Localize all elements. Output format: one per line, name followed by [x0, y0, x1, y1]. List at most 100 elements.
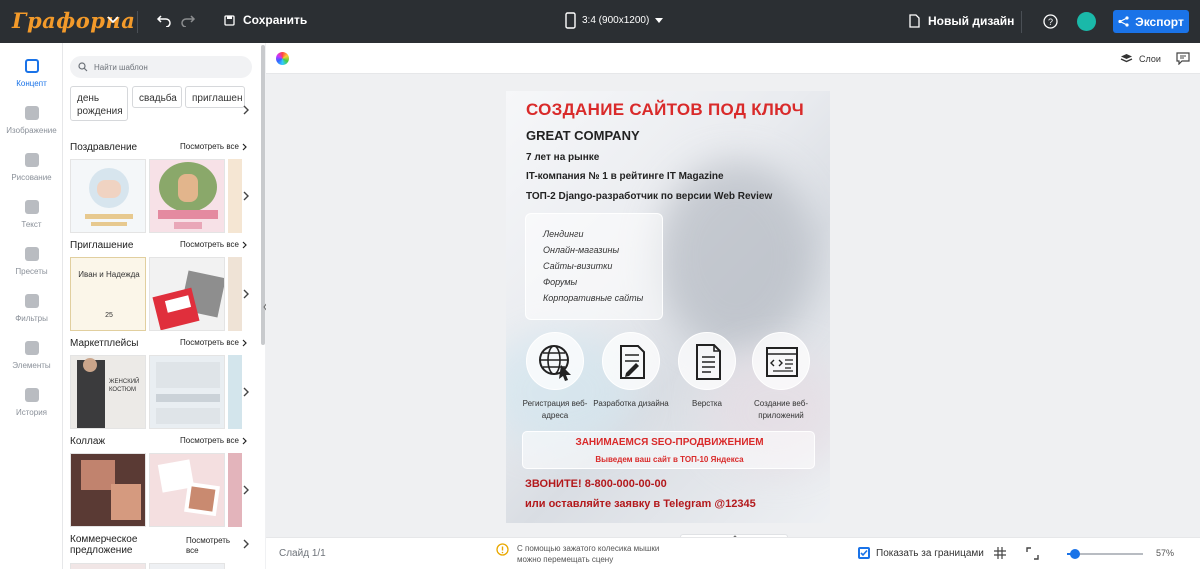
section-title: Коллаж — [70, 436, 106, 447]
template-thumbnail[interactable] — [228, 159, 242, 233]
template-thumbnail[interactable] — [228, 257, 242, 331]
zoom-slider[interactable] — [1067, 549, 1143, 559]
grid-icon[interactable] — [994, 547, 1006, 559]
code-window-icon[interactable] — [752, 332, 810, 390]
search-placeholder: Найти шаблон — [94, 62, 148, 72]
see-all-label: Посмотреть все — [180, 240, 239, 249]
chevron-right-icon[interactable] — [241, 485, 251, 495]
document-pen-icon[interactable] — [602, 332, 660, 390]
template-thumbnail[interactable] — [228, 355, 242, 429]
template-thumbnail[interactable] — [149, 159, 225, 233]
nav-label: Фильтры — [15, 314, 48, 323]
toolbar-divider — [1021, 11, 1022, 33]
nav-item-text[interactable]: Текст — [0, 200, 63, 244]
user-avatar[interactable] — [1077, 12, 1096, 31]
nav-item-elements[interactable]: Элементы — [0, 341, 63, 385]
services-box[interactable]: Лендинги Онлайн-магазины Сайты-визитки Ф… — [525, 213, 663, 320]
redo-icon[interactable] — [180, 13, 196, 27]
thumb-photo — [178, 174, 198, 202]
show-bounds-toggle[interactable]: Показать за границами — [858, 547, 984, 559]
service-item: Лендинги — [543, 229, 584, 239]
thumb-block — [156, 394, 220, 402]
new-design-label: Новый дизайн — [928, 14, 1015, 28]
fit-screen-icon[interactable] — [1026, 547, 1039, 560]
poster-title[interactable]: СОЗДАНИЕ САЙТОВ ПОД КЛЮЧ — [526, 100, 804, 120]
layers-icon — [1120, 54, 1133, 63]
see-all-link[interactable]: Посмотреть все — [180, 338, 248, 347]
thumb-title: ЖЕНСКИЙ КОСТЮМ — [109, 379, 140, 393]
top-bar: Графорна Сохранить 3:4 (900x1200) Новый … — [0, 0, 1200, 43]
toolbar-divider — [137, 11, 138, 33]
poster-telegram[interactable]: или оставляйте заявку в Telegram @12345 — [525, 498, 756, 510]
format-label: 3:4 (900x1200) — [582, 15, 650, 26]
thumb-photo — [81, 460, 115, 490]
poster-fact[interactable]: 7 лет на рынке — [526, 152, 599, 163]
see-all-link[interactable]: Посмотреть все — [180, 142, 248, 151]
template-thumbnail[interactable] — [149, 453, 225, 527]
nav-item-filters[interactable]: Фильтры — [0, 294, 63, 338]
globe-cursor-icon[interactable] — [526, 332, 584, 390]
nav-item-draw[interactable]: Рисование — [0, 153, 63, 197]
template-thumbnail[interactable] — [70, 159, 146, 233]
section-title: Приглашение — [70, 240, 134, 251]
export-button[interactable]: Экспорт — [1113, 10, 1189, 33]
icon-caption: Создание веб-приложений — [753, 399, 809, 420]
see-all-link[interactable]: Посмотреть все — [186, 536, 236, 556]
save-button[interactable]: Сохранить — [224, 13, 307, 27]
document-lines-icon[interactable] — [678, 332, 736, 390]
nav-item-image[interactable]: Изображение — [0, 106, 63, 150]
nav-item-history[interactable]: История — [0, 388, 63, 432]
filters-icon — [24, 294, 39, 308]
poster-fact[interactable]: IT-компания № 1 в рейтинге IT Magazine — [526, 171, 724, 182]
format-selector[interactable]: 3:4 (900x1200) — [565, 12, 664, 29]
see-all-link[interactable]: Посмотреть все — [180, 240, 248, 249]
template-panel: Найти шаблон день рождения свадьба пригл… — [63, 43, 263, 569]
template-thumbnail[interactable] — [149, 355, 225, 429]
color-wheel-icon[interactable] — [276, 52, 289, 65]
template-thumbnail[interactable]: Иван и Надежда 25 — [70, 257, 146, 331]
section-title: Коммерческое предложение — [70, 534, 138, 556]
zoom-handle[interactable] — [1070, 549, 1081, 559]
section-title: Поздравление — [70, 142, 138, 153]
template-thumbnail[interactable] — [70, 453, 146, 527]
template-thumbnail[interactable] — [70, 563, 146, 569]
chip-label: приглашен — [192, 93, 243, 104]
poster-phone[interactable]: ЗВОНИТЕ! 8-800-000-00-00 — [525, 478, 667, 490]
help-icon[interactable]: ? — [1043, 14, 1058, 29]
tag-chip[interactable]: свадьба — [132, 86, 182, 108]
chevron-right-icon[interactable] — [241, 387, 251, 397]
see-all-link[interactable]: Посмотреть все — [180, 436, 248, 445]
comment-icon[interactable] — [1176, 52, 1190, 65]
template-thumbnail[interactable] — [228, 453, 242, 527]
nav-label: Текст — [21, 220, 42, 229]
thumb-photo — [97, 180, 121, 198]
layers-button[interactable]: Слои — [1120, 53, 1161, 64]
template-thumbnail[interactable]: ЖЕНСКИЙ КОСТЮМ — [70, 355, 146, 429]
tag-chip[interactable]: приглашен — [185, 86, 245, 108]
zoom-value: 57% — [1156, 548, 1175, 558]
seo-title: ЗАНИМАЕМСЯ SEO-ПРОДВИЖЕНИЕМ — [575, 437, 764, 448]
thumb-block — [156, 408, 220, 424]
hint-line: С помощью зажатого колесика мышки — [517, 544, 660, 553]
chevron-right-icon[interactable] — [241, 289, 251, 299]
undo-icon[interactable] — [156, 13, 172, 27]
search-input[interactable]: Найти шаблон — [70, 56, 252, 78]
thumb-names: Иван и Надежда — [78, 270, 140, 279]
checkbox-checked-icon[interactable] — [858, 547, 870, 559]
seo-banner[interactable]: ЗАНИМАЕМСЯ SEO-ПРОДВИЖЕНИЕМ Выведем ваш … — [522, 431, 815, 469]
nav-item-concept[interactable]: Концепт — [0, 59, 63, 103]
new-design-button[interactable]: Новый дизайн — [909, 14, 1014, 28]
template-thumbnail[interactable] — [149, 257, 225, 331]
chevron-down-icon[interactable] — [106, 12, 120, 26]
poster-company[interactable]: GREAT COMPANY — [526, 128, 640, 143]
poster-fact[interactable]: ТОП-2 Django-разработчик по версии Web R… — [526, 191, 772, 202]
section-title: Маркетплейсы — [70, 338, 139, 349]
tag-chip[interactable]: день рождения — [70, 86, 128, 121]
design-poster[interactable]: СОЗДАНИЕ САЙТОВ ПОД КЛЮЧ GREAT COMPANY 7… — [506, 91, 830, 523]
chevron-right-icon[interactable] — [241, 539, 251, 549]
icon-caption: Разработка дизайна — [593, 399, 669, 408]
chevron-right-icon[interactable] — [241, 105, 251, 115]
template-thumbnail[interactable] — [149, 563, 225, 569]
nav-item-presets[interactable]: Пресеты — [0, 247, 63, 291]
chevron-right-icon[interactable] — [241, 191, 251, 201]
